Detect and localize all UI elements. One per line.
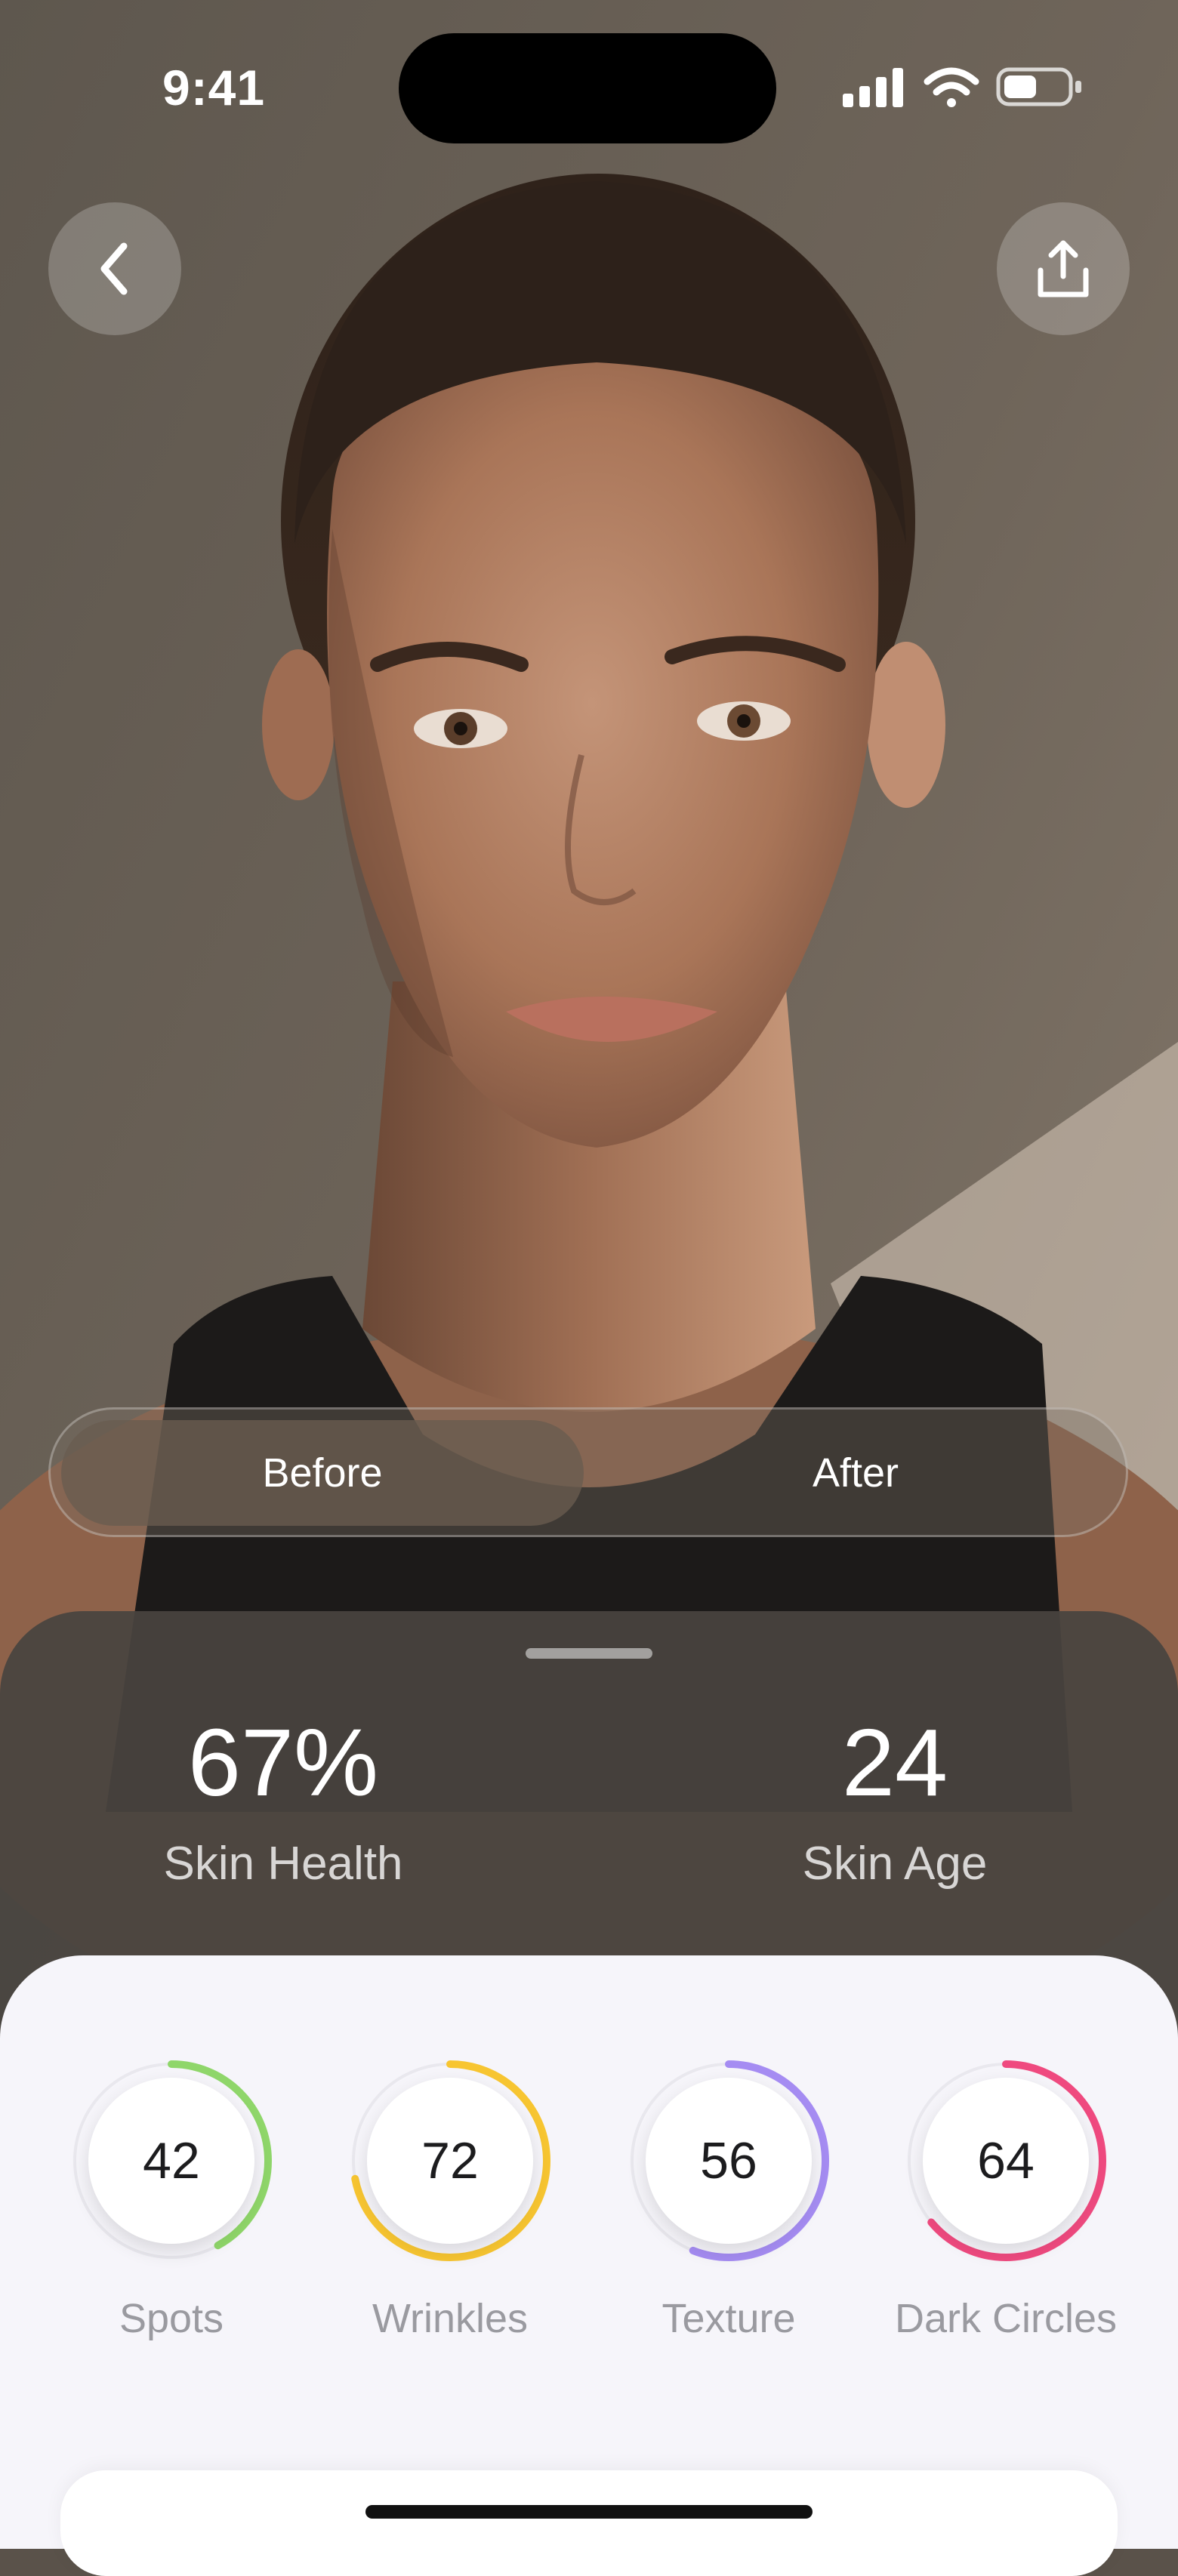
before-tab[interactable]: Before xyxy=(61,1420,584,1526)
wifi-icon xyxy=(924,67,979,107)
metric-value: 64 xyxy=(923,2078,1089,2244)
metric-value: 56 xyxy=(646,2078,812,2244)
metric-texture[interactable]: 56 Texture xyxy=(593,2055,865,2357)
after-tab[interactable]: After xyxy=(594,1420,1117,1526)
battery-icon xyxy=(996,67,1081,106)
back-button[interactable] xyxy=(48,202,181,335)
sheet-grab-handle[interactable] xyxy=(526,1648,652,1659)
metric-dark-circles[interactable]: 64 Dark Circles xyxy=(870,2055,1142,2357)
metric-value: 42 xyxy=(88,2078,254,2244)
chevron-left-icon xyxy=(100,242,128,295)
share-button[interactable] xyxy=(997,202,1130,335)
metric-label: Texture xyxy=(661,2296,796,2341)
signal-icon xyxy=(843,68,903,107)
home-indicator xyxy=(365,2505,813,2519)
metric-wrinkles[interactable]: 72 Wrinkles xyxy=(314,2055,586,2357)
metric-label: Spots xyxy=(119,2296,224,2341)
skin-age-stat: 24 Skin Age xyxy=(725,1714,1065,1890)
skin-health-stat: 67% Skin Health xyxy=(113,1714,453,1890)
status-time: 9:41 xyxy=(162,60,266,116)
share-icon xyxy=(1038,240,1089,297)
skin-health-value: 67% xyxy=(187,1709,379,1816)
status-icons xyxy=(838,65,1087,110)
dynamic-island xyxy=(399,33,776,143)
skin-health-label: Skin Health xyxy=(163,1838,403,1890)
metric-label: Wrinkles xyxy=(372,2296,529,2341)
skin-age-value: 24 xyxy=(841,1709,948,1816)
skin-age-label: Skin Age xyxy=(802,1838,988,1890)
metric-label: Dark Circles xyxy=(894,2296,1118,2341)
next-section-card xyxy=(60,2470,1118,2576)
metric-spots[interactable]: 42 Spots xyxy=(35,2055,307,2357)
metric-value: 72 xyxy=(367,2078,533,2244)
before-after-toggle: Before After xyxy=(48,1407,1128,1537)
